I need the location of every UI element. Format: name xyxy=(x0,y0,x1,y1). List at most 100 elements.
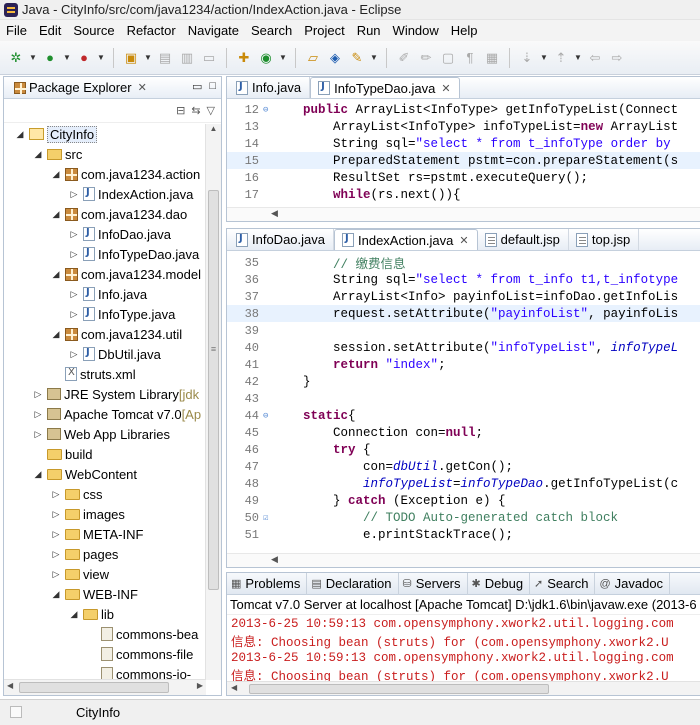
menu-window[interactable]: Window xyxy=(387,23,445,38)
fold-collapse-icon[interactable]: ⊖ xyxy=(263,411,273,421)
run-icon[interactable]: ● xyxy=(40,48,60,68)
collapsed-twisty-icon[interactable]: ▷ xyxy=(50,549,62,560)
tree-item[interactable]: ▷ Web App Libraries xyxy=(4,424,206,444)
save-icon[interactable]: ▤ xyxy=(155,48,175,68)
tree-item[interactable]: commons-bea xyxy=(4,624,206,644)
code-area[interactable]: 35 // 缴费信息 36 String sql= "select * from t… xyxy=(227,254,700,543)
gear-icon[interactable]: ✲ xyxy=(6,48,26,68)
vertical-scrollbar[interactable]: ▲ ≡ xyxy=(205,124,221,680)
tree-item[interactable]: ◢ com.java1234.dao xyxy=(4,204,206,224)
collapsed-twisty-icon[interactable]: ▷ xyxy=(50,529,62,540)
editor-horizontal-scrollbar[interactable]: ◀ xyxy=(227,553,700,567)
menu-source[interactable]: Source xyxy=(67,23,120,38)
collapsed-twisty-icon[interactable]: ▷ xyxy=(50,489,62,500)
tab-servers[interactable]: ⛁ Servers xyxy=(399,573,468,595)
horizontal-scrollbar[interactable]: ◀ ▶ xyxy=(4,679,206,695)
print-icon[interactable]: ▭ xyxy=(199,48,219,68)
collapse-all-icon[interactable]: ⊟ xyxy=(176,104,185,117)
maximize-icon[interactable]: □ xyxy=(209,80,216,93)
show-whitespace-icon[interactable]: ¶ xyxy=(460,48,480,68)
collapsed-twisty-icon[interactable]: ▷ xyxy=(68,189,80,200)
tree-item[interactable]: ▷ DbUtil.java xyxy=(4,344,206,364)
collapsed-twisty-icon[interactable]: ▷ xyxy=(32,389,44,400)
tree-item[interactable]: ▷ view xyxy=(4,564,206,584)
fold-collapse-icon[interactable]: ⊖ xyxy=(263,105,273,115)
tree-item[interactable]: ◢ com.java1234.util xyxy=(4,324,206,344)
scroll-left-icon[interactable]: ◀ xyxy=(271,554,278,565)
save-all-icon[interactable]: ▥ xyxy=(177,48,197,68)
scroll-left-icon[interactable]: ◀ xyxy=(231,683,237,692)
chevron-down-icon[interactable]: ▼ xyxy=(143,48,153,68)
close-icon[interactable]: ✕ xyxy=(459,234,468,247)
expanded-twisty-icon[interactable]: ◢ xyxy=(50,269,62,280)
tab-top-jsp[interactable]: top.jsp xyxy=(569,229,640,250)
chevron-down-icon[interactable]: ▼ xyxy=(62,48,72,68)
scroll-left-icon[interactable]: ◀ xyxy=(271,208,278,219)
console-output[interactable]: 2013-6-25 10:59:13 com.opensymphony.xwor… xyxy=(227,615,700,685)
collapsed-twisty-icon[interactable]: ▷ xyxy=(32,409,44,420)
menu-refactor[interactable]: Refactor xyxy=(121,23,182,38)
scroll-up-icon[interactable]: ▲ xyxy=(206,124,221,138)
previous-annotation-icon[interactable]: ⇡ xyxy=(551,48,571,68)
task-marker-icon[interactable]: ☑ xyxy=(263,513,273,523)
tree-item[interactable]: ◢ CityInfo xyxy=(4,124,206,144)
tree-item[interactable]: ▷ Info.java xyxy=(4,284,206,304)
collapsed-twisty-icon[interactable]: ▷ xyxy=(68,309,80,320)
open-task-icon[interactable]: ◈ xyxy=(325,48,345,68)
expanded-twisty-icon[interactable]: ◢ xyxy=(50,209,62,220)
tree-item[interactable]: ◢ com.java1234.model xyxy=(4,264,206,284)
code-area[interactable]: 12 ⊖ public ArrayList<InfoType> getInfoTy… xyxy=(227,101,700,203)
tab-info-java[interactable]: Info.java xyxy=(229,77,311,98)
tree-item[interactable]: ▷ JRE System Library [jdk xyxy=(4,384,206,404)
expanded-twisty-icon[interactable]: ◢ xyxy=(50,589,62,600)
annotation-icon[interactable]: ✐ xyxy=(394,48,414,68)
tree-item[interactable]: ◢ WEB-INF xyxy=(4,584,206,604)
expanded-twisty-icon[interactable]: ◢ xyxy=(32,149,44,160)
collapsed-twisty-icon[interactable]: ▷ xyxy=(32,429,44,440)
minimize-icon[interactable]: ▭ xyxy=(192,80,202,93)
chevron-down-icon[interactable]: ▼ xyxy=(28,48,38,68)
tree-item[interactable]: struts.xml xyxy=(4,364,206,384)
link-with-editor-icon[interactable]: ⇆ xyxy=(191,104,200,117)
mark-occurrences-icon[interactable]: ✏ xyxy=(416,48,436,68)
tab-indexaction-java[interactable]: IndexAction.java ✕ xyxy=(334,229,478,250)
scroll-right-icon[interactable]: ▶ xyxy=(197,681,203,690)
tree-item[interactable]: ▷ InfoTypeDao.java xyxy=(4,244,206,264)
tree-item[interactable]: ◢ com.java1234.action xyxy=(4,164,206,184)
tab-package-explorer[interactable]: Package Explorer ✕ xyxy=(7,77,151,99)
console-horizontal-scrollbar[interactable]: ◀ xyxy=(227,681,700,695)
tree-item[interactable]: ▷ pages xyxy=(4,544,206,564)
search-tool-icon[interactable]: ✎ xyxy=(347,48,367,68)
tree-item[interactable]: ▷ IndexAction.java xyxy=(4,184,206,204)
editor-horizontal-scrollbar[interactable]: ◀ xyxy=(227,207,700,221)
view-menu-icon[interactable]: ▽ xyxy=(207,104,215,117)
tree-item[interactable]: commons-file xyxy=(4,644,206,664)
scrollbar-thumb[interactable] xyxy=(249,684,549,694)
menu-navigate[interactable]: Navigate xyxy=(182,23,245,38)
collapsed-twisty-icon[interactable]: ▷ xyxy=(68,249,80,260)
tree-item[interactable]: ▷ css xyxy=(4,484,206,504)
tree-item[interactable]: ▷ Apache Tomcat v7.0 [Ap xyxy=(4,404,206,424)
chevron-down-icon[interactable]: ▼ xyxy=(573,48,583,68)
menu-run[interactable]: Run xyxy=(351,23,387,38)
tab-search[interactable]: ➚ Search xyxy=(530,573,596,595)
menu-edit[interactable]: Edit xyxy=(33,23,67,38)
tab-declaration[interactable]: ▤ Declaration xyxy=(307,573,399,595)
chevron-down-icon[interactable]: ▼ xyxy=(539,48,549,68)
close-icon[interactable]: ✕ xyxy=(138,81,147,94)
scrollbar-thumb[interactable] xyxy=(208,190,219,590)
tab-infotypedao-java[interactable]: InfoTypeDao.java ✕ xyxy=(310,77,460,98)
new-java-project-icon[interactable]: ✚ xyxy=(234,48,254,68)
scroll-left-icon[interactable]: ◀ xyxy=(7,681,13,690)
chevron-down-icon[interactable]: ▼ xyxy=(278,48,288,68)
expanded-twisty-icon[interactable]: ◢ xyxy=(50,169,62,180)
collapsed-twisty-icon[interactable]: ▷ xyxy=(68,229,80,240)
tree-item[interactable]: ▷ images xyxy=(4,504,206,524)
menu-file[interactable]: File xyxy=(0,23,33,38)
external-tools-icon[interactable]: ● xyxy=(74,48,94,68)
chevron-down-icon[interactable]: ▼ xyxy=(369,48,379,68)
new-class-icon[interactable]: ◉ xyxy=(256,48,276,68)
expanded-twisty-icon[interactable]: ◢ xyxy=(50,329,62,340)
collapsed-twisty-icon[interactable]: ▷ xyxy=(68,349,80,360)
collapsed-twisty-icon[interactable]: ▷ xyxy=(68,289,80,300)
